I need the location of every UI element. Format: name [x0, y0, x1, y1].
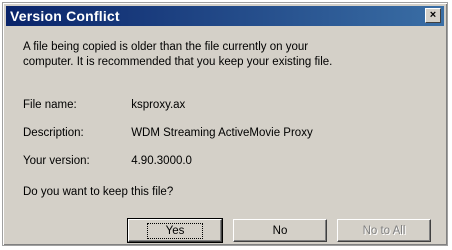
your-version-row: Your version: 4.90.3000.0	[23, 155, 192, 167]
no-to-all-button-label: No to All	[362, 224, 406, 237]
message-text: A file being copied is older than the fi…	[23, 40, 433, 70]
title-bar[interactable]: Version Conflict ×	[6, 6, 444, 26]
description-label: Description:	[23, 127, 84, 139]
no-to-all-button[interactable]: No to All	[337, 219, 431, 242]
message-line-1: A file being copied is older than the fi…	[23, 41, 309, 53]
no-button-label: No	[272, 224, 288, 237]
yes-button-label: Yes	[146, 222, 204, 239]
description-value: WDM Streaming ActiveMovie Proxy	[131, 127, 313, 139]
no-button[interactable]: No	[233, 219, 327, 242]
file-name-row: File name: ksproxy.ax	[23, 99, 185, 111]
close-button[interactable]: ×	[425, 8, 441, 23]
description-row: Description: WDM Streaming ActiveMovie P…	[23, 127, 313, 139]
yes-button[interactable]: Yes	[127, 218, 223, 243]
close-icon: ×	[429, 9, 437, 21]
keep-file-question: Do you want to keep this file?	[23, 186, 174, 198]
file-name-value: ksproxy.ax	[131, 99, 186, 111]
file-name-label: File name:	[23, 99, 77, 111]
your-version-label: Your version:	[23, 155, 90, 167]
version-conflict-dialog: Version Conflict × A file being copied i…	[2, 2, 448, 246]
message-line-2: computer. It is recommended that you kee…	[23, 56, 333, 68]
your-version-value: 4.90.3000.0	[131, 155, 192, 167]
dialog-title: Version Conflict	[10, 8, 120, 24]
